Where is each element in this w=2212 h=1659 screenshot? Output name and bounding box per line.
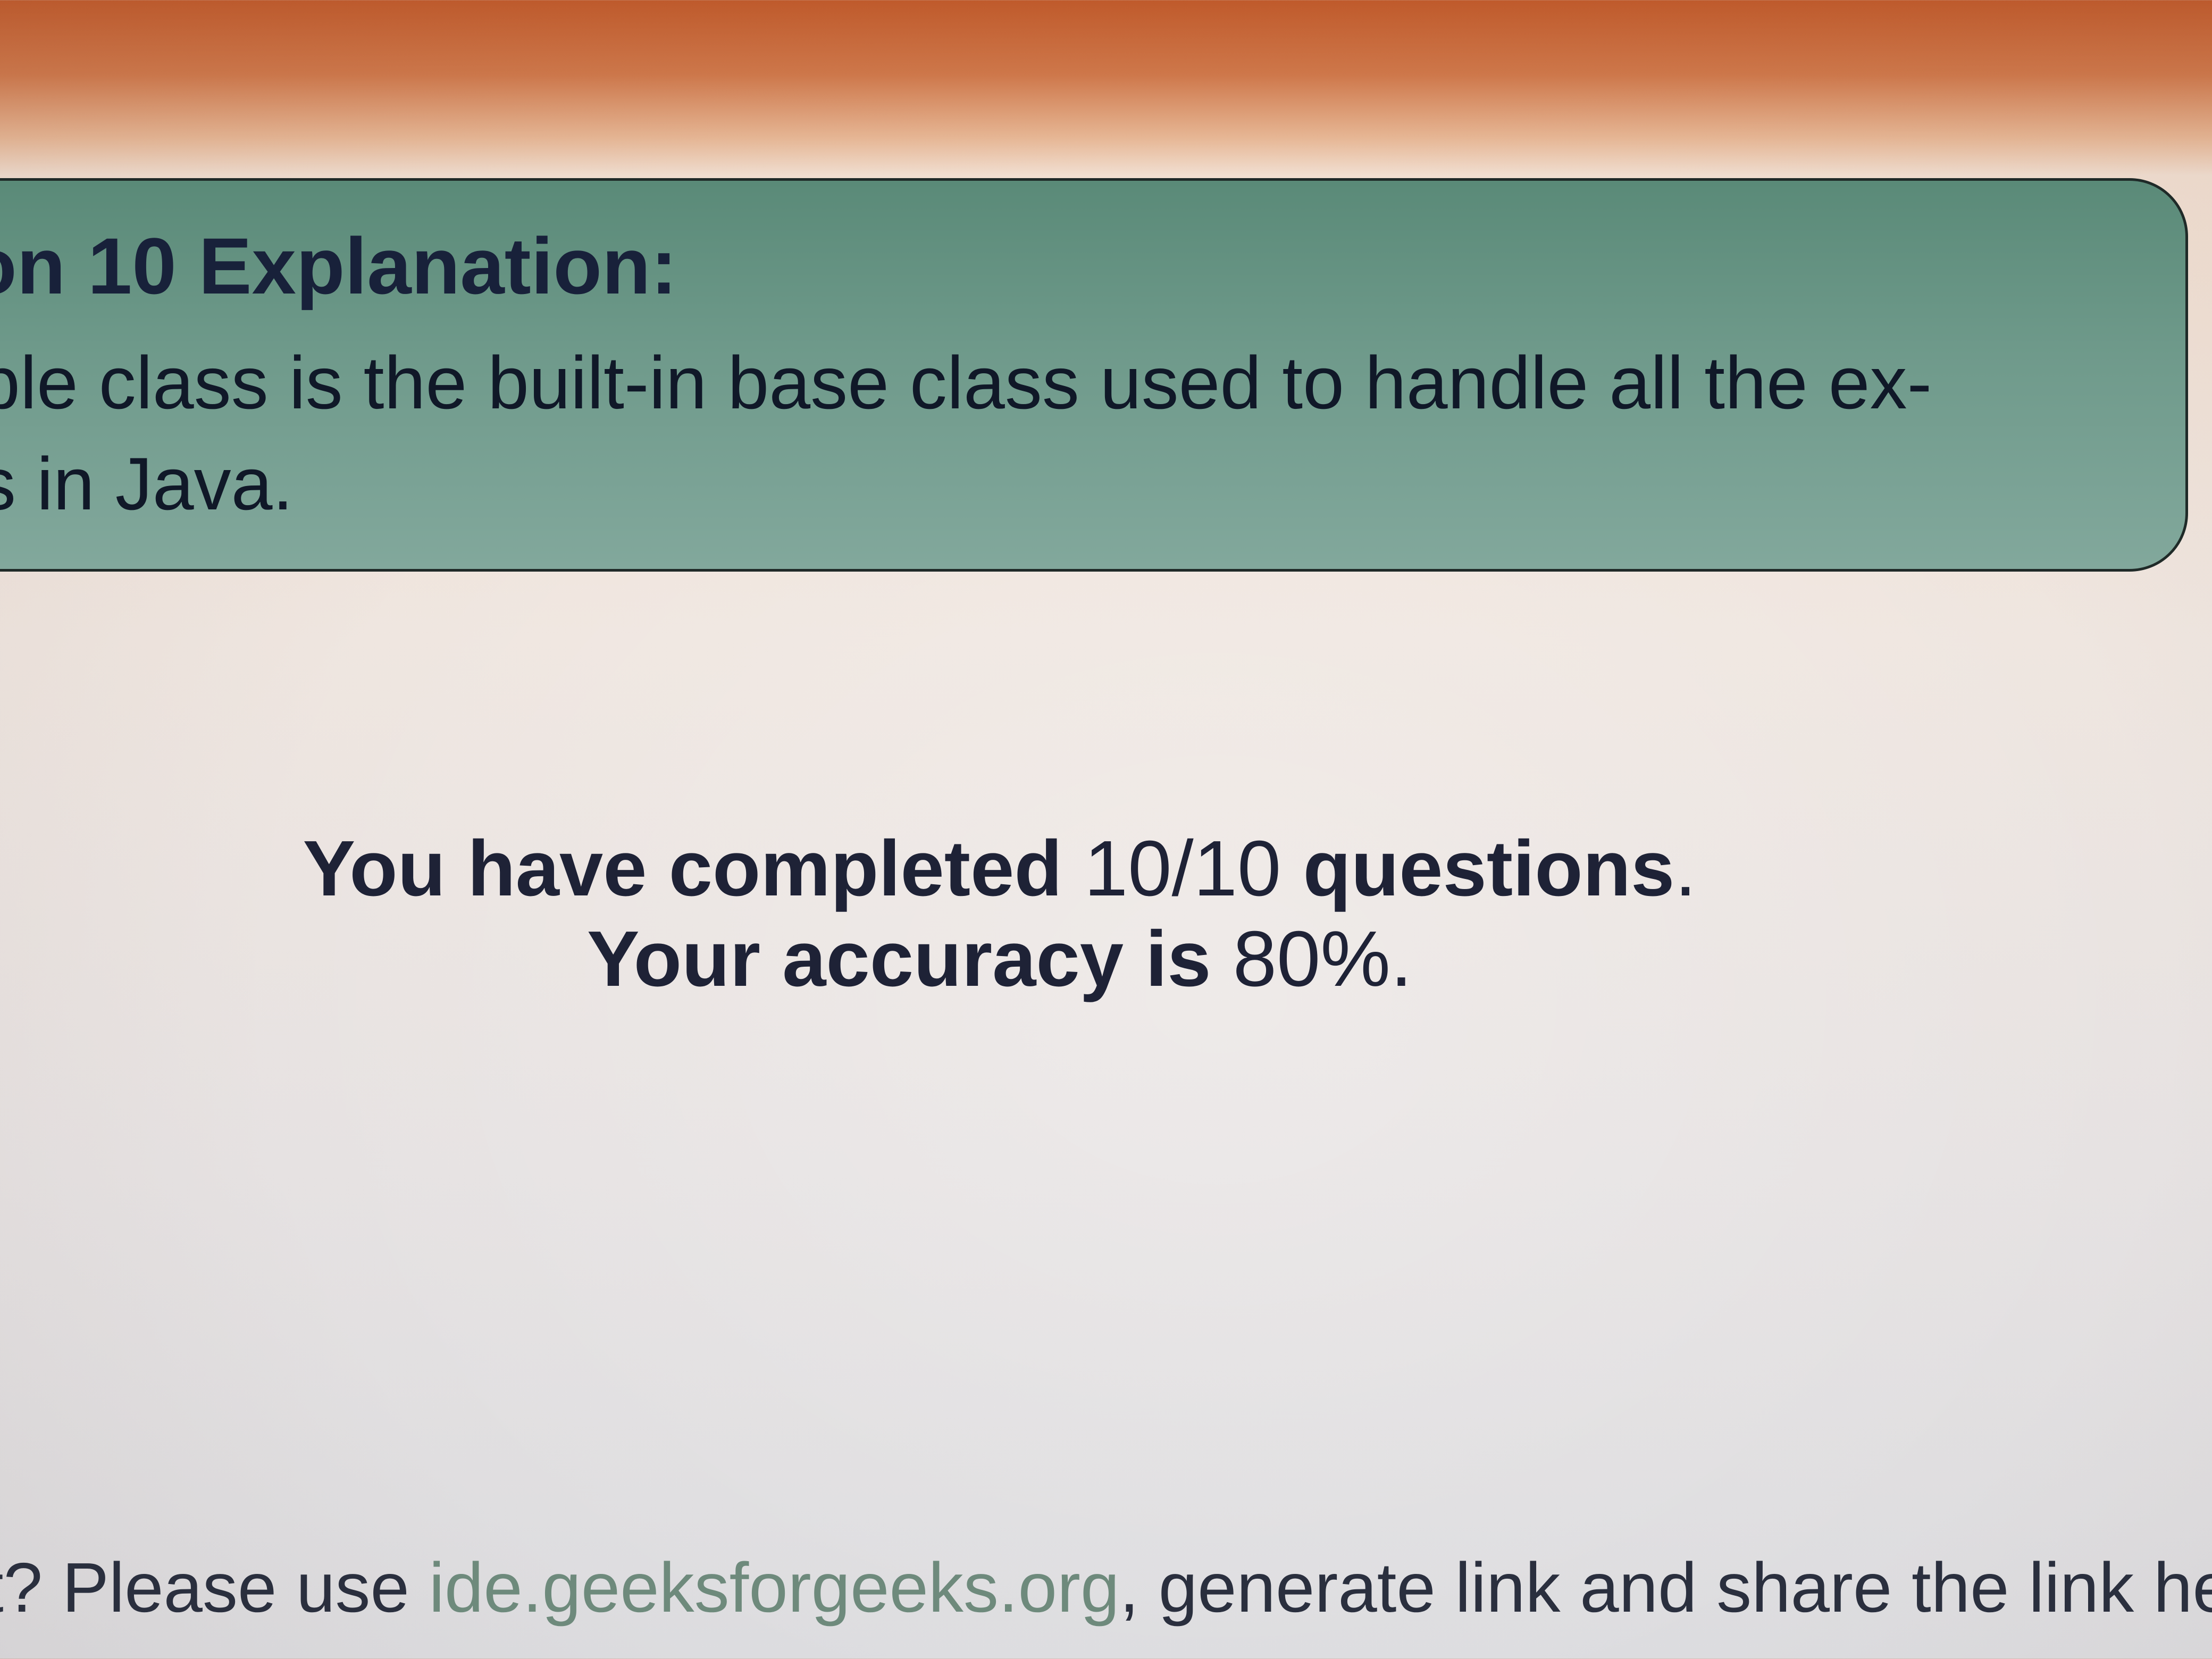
footer-note: t? Please use ide.geeksforgeeks.org, gen… (0, 1553, 2212, 1623)
completion-summary: You have completed 10/10 questions. (0, 830, 1999, 908)
explanation-title: on 10 Explanation: (0, 221, 677, 311)
questions-label: questions (1303, 825, 1675, 912)
explanation-text-line-2: s in Java. (0, 442, 294, 525)
explanation-text-line-1: ble class is the built-in base class use… (0, 341, 1932, 424)
accuracy-summary: Your accuracy is 80%. (0, 920, 1999, 999)
completed-count: 10/10 (1084, 825, 1281, 912)
accuracy-value: 80% (1233, 915, 1390, 1003)
completed-label: You have completed (303, 825, 1062, 912)
ide-link[interactable]: ide.geeksforgeeks.org (429, 1548, 1120, 1627)
accuracy-period: . (1390, 915, 1413, 1003)
completed-period: . (1674, 825, 1697, 912)
accuracy-label: Your accuracy is (586, 915, 1211, 1003)
footer-prefix: t? Please use (0, 1548, 409, 1627)
footer-suffix: , generate link and share the link here. (1119, 1548, 2212, 1627)
